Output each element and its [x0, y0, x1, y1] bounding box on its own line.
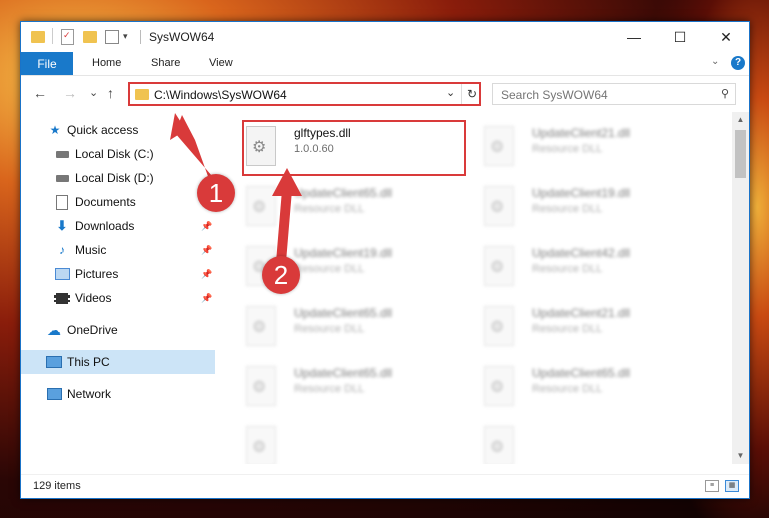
search-input[interactable]: [499, 87, 703, 103]
videos-icon: [54, 291, 70, 305]
file-item[interactable]: UpdateClient42.dll Resource DLL: [480, 242, 700, 292]
highlight-box: [242, 120, 466, 176]
dll-file-icon: [484, 126, 514, 166]
step-badge-2: 2: [262, 256, 300, 294]
sidebar-item-quick-access[interactable]: ★ Quick access: [21, 118, 215, 142]
pin-icon[interactable]: 📌: [201, 269, 212, 280]
sidebar-item-onedrive[interactable]: ☁ OneDrive: [21, 318, 215, 342]
sidebar-item-network[interactable]: Network: [21, 382, 215, 406]
sidebar-item-music[interactable]: ♪ Music 📌: [21, 238, 215, 262]
search-icon[interactable]: ⚲: [721, 87, 729, 100]
tiles-view-icon[interactable]: ▦: [725, 480, 739, 492]
close-button[interactable]: ✕: [703, 22, 749, 52]
expand-ribbon-icon[interactable]: ⌄: [711, 56, 719, 67]
dll-file-icon: [246, 306, 276, 346]
sidebar-item-downloads[interactable]: ⬇ Downloads 📌: [21, 214, 215, 238]
properties-icon[interactable]: ✓: [61, 29, 75, 45]
scroll-up-icon[interactable]: ▲: [732, 112, 749, 128]
documents-icon: [54, 194, 70, 210]
new-folder-icon[interactable]: [83, 29, 97, 45]
file-item[interactable]: UpdateClient21.dll Resource DLL: [480, 302, 700, 352]
file-item[interactable]: UpdateClient65.dll Resource DLL: [242, 302, 462, 352]
address-path[interactable]: C:\Windows\SysWOW64: [154, 88, 287, 102]
help-icon[interactable]: ?: [731, 56, 745, 70]
recent-locations-button[interactable]: ⌄: [89, 86, 98, 99]
computer-icon: [46, 355, 62, 369]
scroll-down-icon[interactable]: ▼: [732, 448, 749, 464]
dll-file-icon: [484, 426, 514, 464]
drive-icon: [54, 147, 70, 161]
folder-icon: [135, 89, 149, 100]
pin-icon[interactable]: 📌: [201, 245, 212, 256]
sidebar-item-videos[interactable]: Videos 📌: [21, 286, 215, 310]
file-item[interactable]: UpdateClient21.dll Resource DLL: [480, 122, 700, 172]
explorer-window: ✓ ▾ SysWOW64 — ☐ ✕ File Home Share View …: [20, 21, 750, 499]
sidebar-item-documents[interactable]: Documents: [21, 190, 215, 214]
item-count: 129 items: [33, 480, 81, 492]
dll-file-icon: [246, 426, 276, 464]
status-bar: 129 items ≡ ▦: [21, 474, 749, 499]
dll-file-icon: [246, 366, 276, 406]
dll-file-icon: [484, 366, 514, 406]
details-view-icon[interactable]: ≡: [705, 480, 719, 492]
back-button[interactable]: ←: [33, 85, 47, 101]
tab-file[interactable]: File: [21, 52, 73, 75]
pin-icon[interactable]: 📌: [201, 221, 212, 232]
file-item[interactable]: UpdateClient19.dll Resource DLL: [480, 182, 700, 232]
file-item[interactable]: [480, 422, 700, 464]
forward-button[interactable]: →: [63, 85, 77, 101]
folder-icon: [31, 29, 45, 45]
cloud-icon: ☁: [47, 321, 61, 338]
tab-home[interactable]: Home: [92, 57, 121, 69]
tab-share[interactable]: Share: [151, 57, 180, 69]
address-dropdown-icon[interactable]: ⌄: [446, 86, 455, 99]
up-button[interactable]: ↑: [107, 85, 114, 101]
file-list: glftypes.dll 1.0.0.60 UpdateClient21.dll…: [236, 112, 732, 464]
navigation-pane: ★ Quick access Local Disk (C:) Local Dis…: [21, 112, 215, 464]
pin-icon[interactable]: 📌: [201, 293, 212, 304]
dll-file-icon: [484, 246, 514, 286]
dll-file-icon: [484, 306, 514, 346]
network-icon: [46, 387, 62, 401]
drive-icon: [54, 171, 70, 185]
dll-file-icon: [246, 186, 276, 226]
customize-icon[interactable]: [105, 29, 119, 45]
ribbon: File Home Share View ⌄ ?: [21, 52, 749, 76]
file-item[interactable]: UpdateClient65.dll Resource DLL: [480, 362, 700, 412]
file-item[interactable]: UpdateClient65.dll Resource DLL: [242, 362, 462, 412]
sidebar-item-local-disk-c[interactable]: Local Disk (C:): [21, 142, 215, 166]
search-box[interactable]: ⚲: [492, 83, 736, 105]
step-badge-1: 1: [197, 174, 235, 212]
tab-view[interactable]: View: [209, 57, 233, 69]
download-icon: ⬇: [56, 218, 68, 233]
pictures-icon: [54, 267, 70, 281]
dropdown-arrow-icon[interactable]: ▾: [123, 31, 128, 47]
window-title: SysWOW64: [149, 30, 215, 44]
sidebar-item-pictures[interactable]: Pictures 📌: [21, 262, 215, 286]
scrollbar-thumb[interactable]: [735, 130, 746, 178]
minimize-button[interactable]: —: [611, 22, 657, 52]
navigation-bar: ← → ⌄ ↑ C:\Windows\SysWOW64 ⌄ ↻ ⚲: [21, 76, 749, 112]
star-icon: ★: [49, 123, 61, 137]
title-bar: ✓ ▾ SysWOW64 — ☐ ✕: [21, 22, 749, 52]
sidebar-item-this-pc[interactable]: This PC: [21, 350, 215, 374]
maximize-button[interactable]: ☐: [657, 22, 703, 52]
music-icon: ♪: [59, 243, 65, 257]
file-item[interactable]: UpdateClient65.dll Resource DLL: [242, 182, 462, 232]
address-bar[interactable]: C:\Windows\SysWOW64 ⌄ ↻: [128, 82, 481, 106]
sidebar-item-local-disk-d[interactable]: Local Disk (D:): [21, 166, 215, 190]
refresh-button[interactable]: ↻: [461, 84, 482, 104]
vertical-scrollbar[interactable]: ▲ ▼: [732, 112, 749, 464]
dll-file-icon: [484, 186, 514, 226]
file-item[interactable]: [242, 422, 462, 464]
